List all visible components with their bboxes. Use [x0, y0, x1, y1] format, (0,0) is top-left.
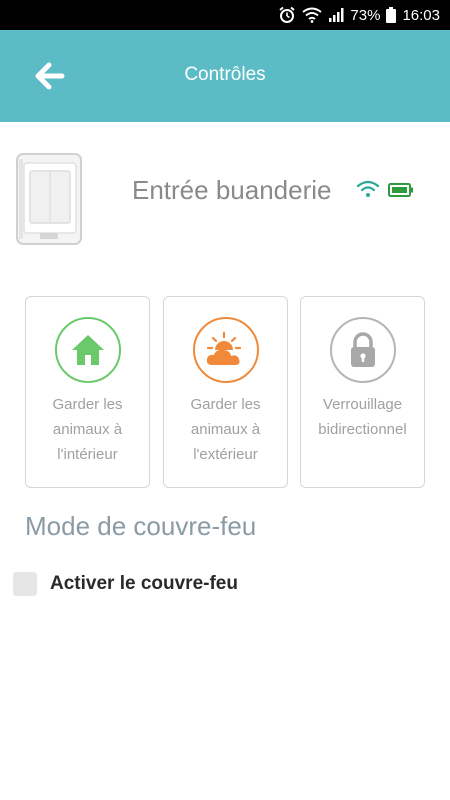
- keep-outside-tile[interactable]: Garder les animaux à l'extérieur: [163, 296, 288, 488]
- alarm-icon: [278, 6, 296, 24]
- battery-percent: 73%: [350, 6, 381, 24]
- keep-inside-tile[interactable]: Garder les animaux à l'intérieur: [25, 296, 150, 488]
- house-icon: [72, 335, 104, 365]
- keep-inside-label: Garder les animaux à l'intérieur: [52, 396, 123, 463]
- sun-cloud-icon: [206, 331, 242, 365]
- clock-time: 16:03: [402, 6, 440, 24]
- wifi-status-icon: [356, 180, 380, 197]
- mode-tiles: Garder les animaux à l'intérieur Garder …: [25, 296, 425, 488]
- signal-icon: [328, 7, 344, 23]
- two-way-lock-label: Verrouillage bidirectionnel: [318, 396, 407, 438]
- wifi-icon: [302, 7, 323, 23]
- two-way-lock-tile[interactable]: Verrouillage bidirectionnel: [300, 296, 425, 488]
- keep-outside-label: Garder les animaux à l'extérieur: [190, 396, 261, 463]
- app-bar: Contrôles: [0, 30, 450, 122]
- pet-door-icon: [16, 153, 82, 245]
- page-title: Contrôles: [184, 64, 266, 85]
- device-header: Entrée buanderie: [0, 122, 450, 282]
- curfew-checkbox[interactable]: [13, 572, 37, 596]
- padlock-icon: [351, 332, 375, 367]
- device-name: Entrée buanderie: [132, 175, 332, 205]
- curfew-section-title: Mode de couvre-feu: [25, 511, 257, 541]
- status-bar: 73% 16:03: [0, 0, 450, 30]
- battery-icon: [386, 7, 397, 23]
- curfew-toggle[interactable]: Activer le couvre-feu: [13, 570, 238, 598]
- battery-status-icon: [388, 183, 413, 197]
- curfew-checkbox-label: Activer le couvre-feu: [50, 573, 238, 594]
